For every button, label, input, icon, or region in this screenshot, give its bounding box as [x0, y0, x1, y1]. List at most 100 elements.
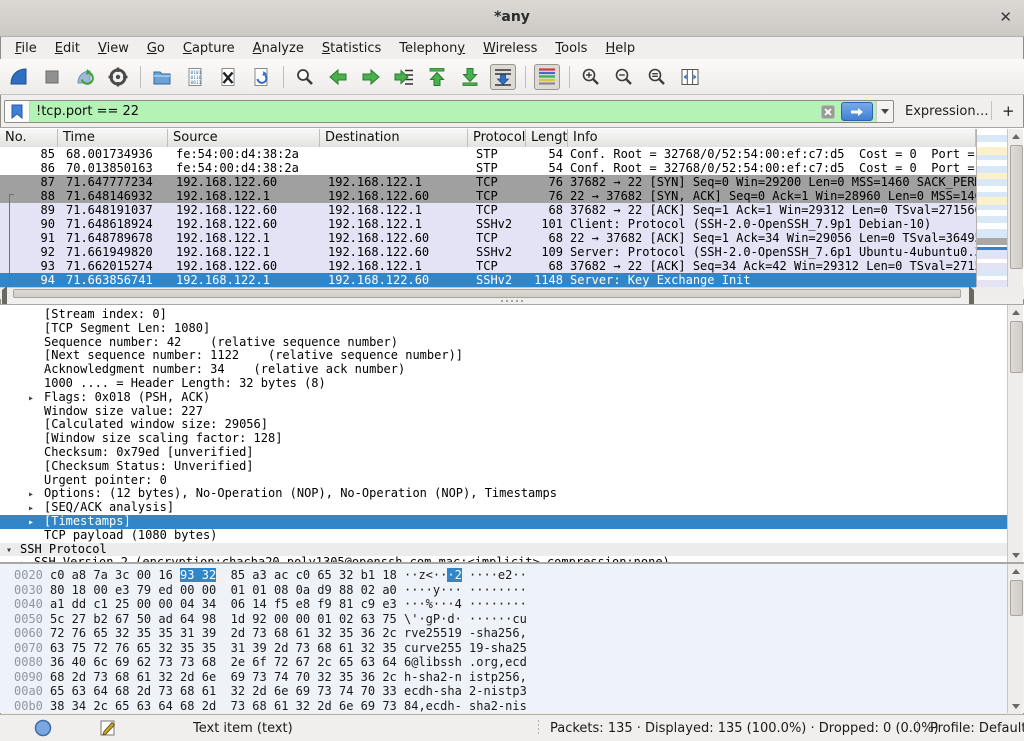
- hex-row-0090[interactable]: 009068 2d 73 68 61 32 2d 6e 69 73 74 70 …: [0, 670, 1007, 685]
- go-forward-icon[interactable]: [358, 64, 384, 90]
- stop-capture-icon[interactable]: [39, 64, 65, 90]
- menu-item-wireless[interactable]: Wireless: [474, 39, 546, 58]
- resize-columns-icon[interactable]: [677, 64, 703, 90]
- collapse-icon[interactable]: ▾: [6, 544, 12, 557]
- hex-row-0080[interactable]: 008036 40 6c 69 62 73 73 68 2e 6f 72 67 …: [0, 655, 1007, 670]
- hex-bytes[interactable]: 36 40 6c 69 62 73 73 68 2e 6f 72 67 2c 6…: [50, 655, 404, 670]
- details-line[interactable]: [Calculated window size: 29056]: [0, 418, 1007, 432]
- menu-item-go[interactable]: Go: [138, 39, 174, 58]
- details-line[interactable]: Sequence number: 42 (relative sequence n…: [0, 336, 1007, 350]
- add-filter-button[interactable]: +: [1002, 102, 1015, 120]
- details-line[interactable]: ▸Options: (12 bytes), No-Operation (NOP)…: [0, 487, 1007, 501]
- packet-row-85[interactable]: 8568.001734936fe:54:00:d4:38:2aSTP54Conf…: [0, 147, 976, 161]
- filter-dropdown-icon[interactable]: [876, 101, 893, 122]
- reload-file-icon[interactable]: [248, 64, 274, 90]
- auto-scroll-icon[interactable]: [490, 64, 516, 90]
- zoom-reset-icon[interactable]: [644, 64, 670, 90]
- menu-item-tools[interactable]: Tools: [546, 39, 596, 58]
- go-last-icon[interactable]: [457, 64, 483, 90]
- title-bar[interactable]: *any ✕: [0, 0, 1024, 37]
- scroll-down-icon[interactable]: [1008, 699, 1024, 713]
- hex-ascii[interactable]: ····y··· ········: [404, 583, 527, 598]
- scroll-up-icon[interactable]: [1008, 129, 1024, 143]
- restart-capture-icon[interactable]: [72, 64, 98, 90]
- details-line[interactable]: [TCP Segment Len: 1080]: [0, 322, 1007, 336]
- hex-bytes[interactable]: 63 75 72 76 65 32 35 35 31 39 2d 73 68 6…: [50, 641, 404, 656]
- details-line[interactable]: [Window size scaling factor: 128]: [0, 432, 1007, 446]
- packet-row-86[interactable]: 8670.013850163fe:54:00:d4:38:2aSTP54Conf…: [0, 161, 976, 175]
- hex-row-0020[interactable]: 0020c0 a8 7a 3c 00 16 93 32 85 a3 ac c0 …: [0, 568, 1007, 583]
- packet-row-90[interactable]: 9071.648618924192.168.122.60192.168.122.…: [0, 217, 976, 231]
- column-header-info[interactable]: Info: [568, 129, 976, 147]
- menu-item-view[interactable]: View: [89, 39, 138, 58]
- open-file-icon[interactable]: [149, 64, 175, 90]
- display-filter-input[interactable]: !tcp.port == 22: [30, 104, 818, 119]
- go-to-packet-icon[interactable]: [391, 64, 417, 90]
- details-line[interactable]: ▸[SEQ/ACK analysis]: [0, 501, 1007, 515]
- hex-ascii[interactable]: rve25519 -sha256,: [404, 626, 527, 641]
- hex-ascii[interactable]: \'·gP·d· ······cu: [404, 612, 527, 627]
- details-line[interactable]: [Stream index: 0]: [0, 308, 1007, 322]
- scroll-up-icon[interactable]: [1008, 305, 1024, 319]
- column-header-length[interactable]: Length: [526, 129, 568, 147]
- column-header-protocol[interactable]: Protocol: [468, 129, 526, 147]
- start-capture-icon[interactable]: [6, 64, 32, 90]
- go-back-icon[interactable]: [325, 64, 351, 90]
- hex-bytes[interactable]: a1 dd c1 25 00 00 04 34 06 14 f5 e8 f9 8…: [50, 597, 404, 612]
- expand-icon[interactable]: ▸: [28, 392, 34, 405]
- details-line[interactable]: TCP payload (1080 bytes): [0, 529, 1007, 543]
- hex-row-0050[interactable]: 00505c 27 b2 67 50 ad 64 98 1d 92 00 00 …: [0, 612, 1007, 627]
- menu-item-capture[interactable]: Capture: [174, 39, 244, 58]
- find-packet-icon[interactable]: [292, 64, 318, 90]
- hex-bytes[interactable]: 38 34 2c 65 63 64 68 2d 73 68 61 32 2d 6…: [50, 699, 404, 714]
- go-first-icon[interactable]: [424, 64, 450, 90]
- menu-item-edit[interactable]: Edit: [46, 39, 89, 58]
- column-header-destination[interactable]: Destination: [320, 129, 468, 147]
- hex-bytes[interactable]: 68 2d 73 68 61 32 2d 6e 69 73 74 70 32 3…: [50, 670, 404, 685]
- packet-row-93[interactable]: 9371.662015274192.168.122.60192.168.122.…: [0, 259, 976, 273]
- column-header-time[interactable]: Time: [58, 129, 168, 147]
- save-file-icon[interactable]: 010101100011: [182, 64, 208, 90]
- details-line[interactable]: [Checksum Status: Unverified]: [0, 460, 1007, 474]
- details-line[interactable]: ▾SSH Protocol: [0, 543, 1007, 557]
- scrollbar-thumb[interactable]: [1010, 145, 1023, 269]
- expression-button[interactable]: Expression…: [905, 104, 989, 119]
- menu-item-statistics[interactable]: Statistics: [313, 39, 390, 58]
- details-line[interactable]: Acknowledgment number: 34 (relative ack …: [0, 363, 1007, 377]
- zoom-out-icon[interactable]: [611, 64, 637, 90]
- packet-row-88[interactable]: 8871.648146932192.168.122.1192.168.122.6…: [0, 189, 976, 203]
- menu-item-analyze[interactable]: Analyze: [244, 39, 313, 58]
- details-line[interactable]: ▸[Timestamps]: [0, 515, 1007, 529]
- scrollbar-thumb[interactable]: [1010, 321, 1023, 373]
- zoom-in-icon[interactable]: [578, 64, 604, 90]
- details-line[interactable]: 1000 .... = Header Length: 32 bytes (8): [0, 377, 1007, 391]
- hex-bytes[interactable]: 5c 27 b2 67 50 ad 64 98 1d 92 00 00 01 0…: [50, 612, 404, 627]
- details-scrollbar[interactable]: [1007, 305, 1023, 562]
- details-line[interactable]: Window size value: 227: [0, 405, 1007, 419]
- filter-clear-icon[interactable]: [818, 105, 838, 119]
- hex-bytes[interactable]: 72 76 65 32 35 35 31 39 2d 73 68 61 32 3…: [50, 626, 404, 641]
- hex-scrollbar[interactable]: [1007, 564, 1023, 713]
- filter-bookmark-icon[interactable]: [5, 101, 30, 122]
- menu-item-help[interactable]: Help: [596, 39, 644, 58]
- details-line[interactable]: [Next sequence number: 1122 (relative se…: [0, 349, 1007, 363]
- expand-icon[interactable]: ▸: [28, 516, 34, 529]
- scroll-down-icon[interactable]: [1008, 548, 1024, 562]
- filter-apply-icon[interactable]: [841, 102, 873, 121]
- details-line[interactable]: ▸Flags: 0x018 (PSH, ACK): [0, 391, 1007, 405]
- scroll-up-icon[interactable]: [1008, 564, 1024, 578]
- column-header-source[interactable]: Source: [168, 129, 320, 147]
- hex-row-0070[interactable]: 007063 75 72 76 65 32 35 35 31 39 2d 73 …: [0, 641, 1007, 656]
- hex-row-00a0[interactable]: 00a065 63 64 68 2d 73 68 61 32 2d 6e 69 …: [0, 684, 1007, 699]
- hex-ascii[interactable]: 6@libssh .org,ecd: [404, 655, 527, 670]
- close-file-icon[interactable]: [215, 64, 241, 90]
- hex-bytes[interactable]: 65 63 64 68 2d 73 68 61 32 2d 6e 69 73 7…: [50, 684, 404, 699]
- hex-bytes[interactable]: 80 18 00 e3 79 ed 00 00 01 01 08 0a d9 8…: [50, 583, 404, 598]
- hex-ascii[interactable]: curve255 19-sha25: [404, 641, 527, 656]
- details-line[interactable]: Urgent pointer: 0: [0, 474, 1007, 488]
- close-window-icon[interactable]: ✕: [999, 8, 1012, 26]
- column-header-no[interactable]: No.: [0, 129, 58, 147]
- hex-row-0060[interactable]: 006072 76 65 32 35 35 31 39 2d 73 68 61 …: [0, 626, 1007, 641]
- expand-icon[interactable]: ▸: [28, 502, 34, 515]
- hex-row-0040[interactable]: 0040a1 dd c1 25 00 00 04 34 06 14 f5 e8 …: [0, 597, 1007, 612]
